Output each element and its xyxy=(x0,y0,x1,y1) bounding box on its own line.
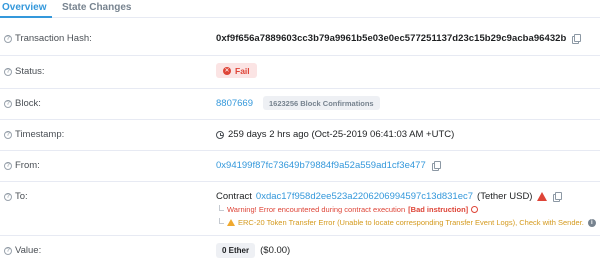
tree-connector xyxy=(219,205,224,211)
help-icon[interactable]: ? xyxy=(4,161,12,170)
status-label-text: Status: xyxy=(15,66,45,77)
active-tab-indicator xyxy=(0,16,52,18)
tx-hash-value: 0xf9f656a7889603cc3b79a9961b5e03e0ec5772… xyxy=(216,33,582,44)
fail-x-icon: ✕ xyxy=(223,66,231,75)
to-value: Contract 0xdac17f958d2ee523a220620699459… xyxy=(216,191,563,202)
block-value: 8807669 1623256 Block Confirmations xyxy=(216,96,380,110)
tab-overview[interactable]: Overview xyxy=(2,2,46,13)
copy-icon[interactable] xyxy=(431,161,441,171)
help-icon[interactable]: ? xyxy=(4,34,12,43)
help-icon[interactable]: ? xyxy=(4,67,12,76)
from-label: ? From: xyxy=(4,160,40,171)
tab-state-changes[interactable]: State Changes xyxy=(62,2,131,13)
sad-face-icon xyxy=(471,206,479,213)
copy-icon[interactable] xyxy=(572,34,582,44)
token-transfer-warning-line: ERC-20 Token Transfer Error (Unable to l… xyxy=(219,218,596,227)
divider xyxy=(0,88,600,89)
tx-hash-label: ? Transaction Hash: xyxy=(4,33,92,44)
divider xyxy=(0,150,600,151)
timestamp-label-text: Timestamp: xyxy=(15,129,65,140)
timestamp-value: 259 days 2 hrs ago (Oct-25-2019 06:41:03… xyxy=(216,129,454,140)
tx-hash-label-text: Transaction Hash: xyxy=(15,33,92,44)
token-name: (Tether USD) xyxy=(477,191,533,202)
tab-bar: Overview State Changes xyxy=(0,0,600,18)
copy-icon[interactable] xyxy=(553,192,563,202)
ether-amount-badge: 0 Ether xyxy=(216,243,256,258)
from-value: 0x94199f87fc73649b79884f9a52a559ad1cf3e4… xyxy=(216,160,441,171)
help-icon[interactable]: ? xyxy=(4,246,12,255)
to-label: ? To: xyxy=(4,191,28,202)
info-icon[interactable]: i xyxy=(587,218,596,227)
divider xyxy=(0,235,600,236)
status-badge: ✕ Fail xyxy=(216,63,257,78)
error-detail: [Bad instruction] xyxy=(408,205,469,214)
error-message: Warning! Error encountered during contra… xyxy=(227,205,406,214)
clock-icon xyxy=(216,130,224,139)
value-label: ? Value: xyxy=(4,245,41,256)
timestamp-text: 259 days 2 hrs ago (Oct-25-2019 06:41:03… xyxy=(228,129,455,140)
block-label-text: Block: xyxy=(15,98,41,109)
value-amount: 0 Ether ($0.00) xyxy=(216,243,290,258)
warning-icon xyxy=(537,192,548,201)
help-icon[interactable]: ? xyxy=(4,130,12,139)
contract-error-line: Warning! Error encountered during contra… xyxy=(219,205,479,214)
tree-connector xyxy=(219,218,224,224)
help-icon[interactable]: ? xyxy=(4,99,12,108)
from-label-text: From: xyxy=(15,160,40,171)
status-value: ✕ Fail xyxy=(216,63,257,78)
status-text: Fail xyxy=(235,65,250,76)
divider xyxy=(0,55,600,56)
value-label-text: Value: xyxy=(15,245,42,256)
block-number-link[interactable]: 8807669 xyxy=(216,98,253,109)
token-transfer-warning: ERC-20 Token Transfer Error (Unable to l… xyxy=(238,218,584,227)
to-label-text: To: xyxy=(15,191,28,202)
timestamp-label: ? Timestamp: xyxy=(4,129,64,140)
status-label: ? Status: xyxy=(4,66,45,77)
divider xyxy=(0,181,600,182)
help-icon[interactable]: ? xyxy=(4,192,12,201)
confirmations-badge: 1623256 Block Confirmations xyxy=(262,96,380,110)
from-address-link[interactable]: 0x94199f87fc73649b79884f9a52a559ad1cf3e4… xyxy=(216,160,426,171)
contract-prefix: Contract xyxy=(216,191,252,202)
warning-icon xyxy=(227,219,235,226)
contract-address-link[interactable]: 0xdac17f958d2ee523a2206206994597c13d831e… xyxy=(256,191,473,202)
tx-hash: 0xf9f656a7889603cc3b79a9961b5e03e0ec5772… xyxy=(216,33,567,44)
divider xyxy=(0,119,600,120)
block-label: ? Block: xyxy=(4,98,41,109)
usd-amount: ($0.00) xyxy=(260,245,291,256)
